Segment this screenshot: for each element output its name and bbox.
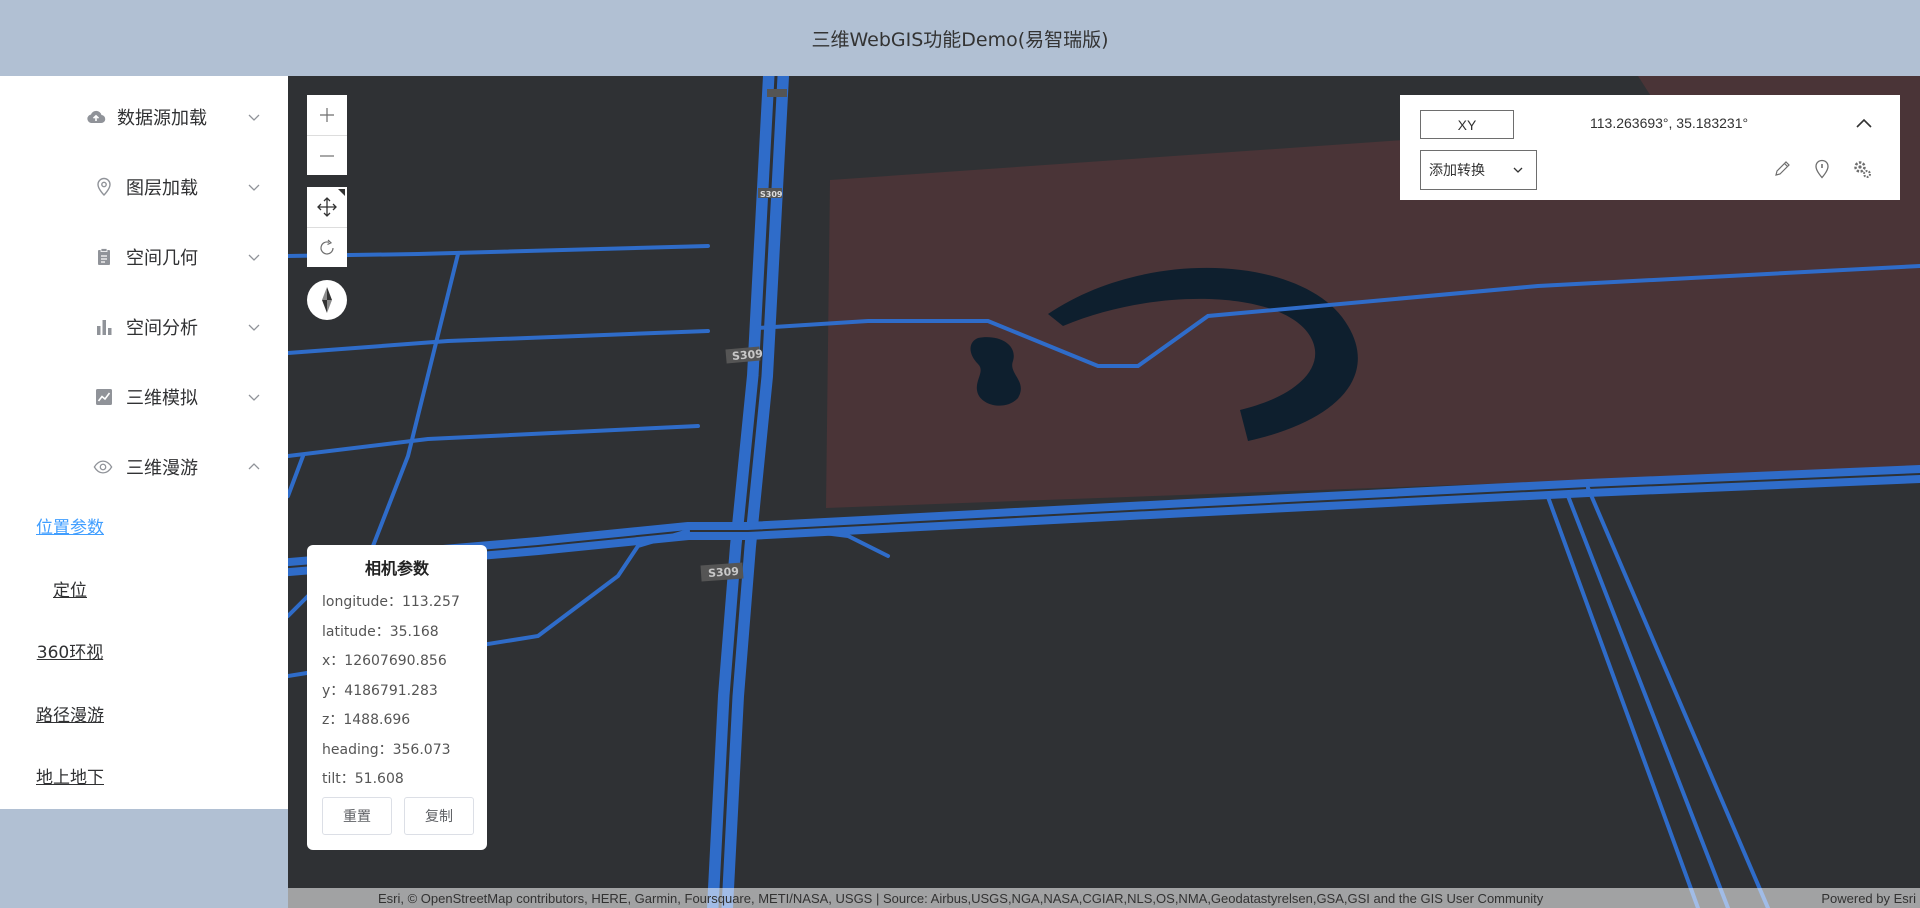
menu-item-data-source[interactable]: 数据源加载: [0, 82, 288, 152]
chevron-down-icon: [248, 254, 260, 261]
menu-item-3d-simulation[interactable]: 三维模拟: [0, 362, 288, 432]
pan-button[interactable]: [307, 187, 347, 227]
sidebar: 数据源加载 图层加载 空间几何 空间分析 三维模拟 三维漫游 位置参数 定位 3…: [0, 76, 288, 809]
submenu-item-locate[interactable]: 定位: [0, 568, 288, 608]
menu-item-spatial-analysis[interactable]: 空间分析: [0, 292, 288, 362]
submenu-link[interactable]: 360环视: [37, 638, 251, 663]
line-chart-icon: [94, 387, 114, 407]
map-marker-icon[interactable]: [1810, 157, 1834, 181]
copy-button[interactable]: 复制: [404, 797, 474, 835]
powered-by-esri-link[interactable]: Powered by Esri: [1821, 891, 1916, 906]
param-y: y：4186791.283: [322, 683, 438, 699]
menu-item-layer-loading[interactable]: 图层加载: [0, 152, 288, 222]
param-latitude: latitude：35.168: [322, 624, 439, 640]
panel-title: 相机参数: [364, 559, 429, 578]
compass-icon: [322, 287, 332, 313]
chevron-down-icon: [248, 184, 260, 191]
road-shield-label: S309: [708, 565, 740, 580]
menu-label: 空间分析: [126, 318, 198, 339]
menu-item-3d-roaming[interactable]: 三维漫游: [0, 432, 288, 502]
submenu-item-path-roaming[interactable]: 路径漫游: [0, 693, 288, 733]
zoom-out-button[interactable]: [307, 135, 347, 175]
chevron-down-icon: [248, 324, 260, 331]
corner-indicator-icon: [338, 189, 345, 196]
zoom-in-button[interactable]: [307, 95, 347, 135]
submenu-link[interactable]: 路径漫游: [36, 701, 252, 726]
add-conversion-select[interactable]: 添加转换: [1420, 150, 1537, 190]
map-scene: S309 S309 S309: [288, 76, 1920, 908]
reset-button[interactable]: 重置: [322, 797, 392, 835]
zoom-in-icon: [320, 108, 334, 122]
menu-label: 三维模拟: [126, 388, 198, 409]
collapse-chevron-up-icon[interactable]: [1852, 112, 1876, 136]
compass-button[interactable]: [307, 280, 347, 320]
chevron-down-icon: [1513, 167, 1523, 173]
submenu-link[interactable]: 位置参数: [36, 513, 252, 538]
param-heading: heading：356.073: [322, 742, 451, 758]
param-tilt: tilt：51.608: [322, 771, 404, 787]
road-shield-label: S309: [732, 347, 764, 363]
coordinate-readout: 113.263693°, 35.183231°: [1590, 115, 1749, 131]
menu-label: 图层加载: [126, 178, 198, 199]
chevron-down-icon: [248, 114, 260, 121]
settings-icon[interactable]: [1850, 157, 1874, 181]
menu-label: 空间几何: [126, 248, 198, 269]
submenu-item-position-params[interactable]: 位置参数: [0, 505, 288, 545]
add-conversion-label: 添加转换: [1429, 162, 1485, 178]
submenu-item-360-view[interactable]: 360环视: [0, 630, 288, 670]
zoom-out-icon: [320, 154, 334, 157]
map-attribution: Esri, © OpenStreetMap contributors, HERE…: [288, 888, 1920, 908]
coordinate-mode-button[interactable]: XY: [1420, 110, 1514, 139]
rotate-button[interactable]: [307, 227, 347, 267]
page-title: 三维WebGIS功能Demo(易智瑞版): [811, 28, 1109, 51]
param-longitude: longitude：113.257: [322, 594, 460, 610]
submenu-link[interactable]: 定位: [53, 576, 235, 601]
menu-item-spatial-geometry[interactable]: 空间几何: [0, 222, 288, 292]
submenu-link[interactable]: 地上地下: [36, 763, 252, 788]
pencil-icon[interactable]: [1770, 157, 1794, 181]
rotate-icon: [320, 239, 334, 255]
cloud-upload-icon: [86, 107, 106, 127]
param-x: x：12607690.856: [322, 653, 447, 669]
zoom-controls: [307, 95, 347, 175]
menu-label: 三维漫游: [126, 458, 198, 479]
chevron-up-icon: [248, 463, 260, 470]
bar-chart-icon: [94, 317, 114, 337]
attribution-text[interactable]: Esri, © OpenStreetMap contributors, HERE…: [378, 891, 1543, 906]
param-z: z：1488.696: [322, 712, 411, 728]
coordinate-conversion-widget: XY 113.263693°, 35.183231° 添加转换: [1400, 95, 1900, 200]
eye-icon: [93, 457, 113, 477]
clipboard-icon: [94, 247, 114, 267]
menu-label: 数据源加载: [117, 108, 207, 129]
submenu-item-above-below-ground[interactable]: 地上地下: [0, 755, 288, 795]
navigation-toggle: [307, 187, 347, 267]
app-header: 三维WebGIS功能Demo(易智瑞版): [0, 0, 1920, 76]
chevron-down-icon: [248, 394, 260, 401]
svg-text:S309: S309: [760, 190, 783, 199]
map-view[interactable]: S309 S309 S309: [288, 76, 1920, 908]
location-pin-icon: [94, 177, 114, 197]
pan-icon: [317, 197, 337, 217]
camera-params-panel: 相机参数 longitude：113.257 latitude：35.168 x…: [307, 545, 487, 850]
